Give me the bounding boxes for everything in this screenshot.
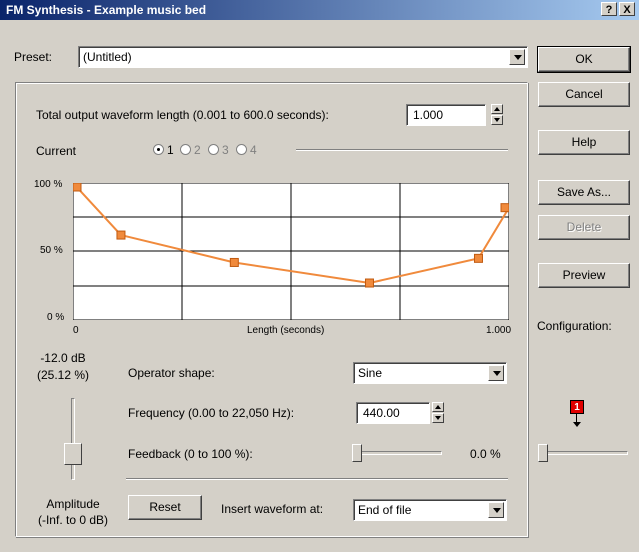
radio-operator-3[interactable] — [208, 144, 219, 155]
delete-button[interactable]: Delete — [538, 215, 630, 240]
x-axis-title: Length (seconds) — [247, 325, 325, 336]
frequency-input[interactable]: 440.00 — [356, 402, 430, 424]
save-as-button[interactable]: Save As... — [538, 180, 630, 205]
envelope-graph[interactable] — [73, 183, 509, 320]
cancel-button[interactable]: Cancel — [538, 82, 630, 107]
total-length-value: 1.000 — [413, 108, 444, 122]
operator-shape-label: Operator shape: — [128, 366, 215, 380]
envelope-point-5[interactable] — [473, 253, 483, 263]
operator-shape-combo[interactable]: Sine — [353, 362, 507, 384]
preset-label: Preset: — [14, 50, 53, 64]
help-title-button[interactable]: ? — [601, 2, 617, 16]
radio-operator-3-label: 3 — [222, 143, 229, 157]
x-label-end: 1.000 — [486, 325, 512, 336]
insert-combo[interactable]: End of file — [353, 499, 507, 521]
envelope-point-3[interactable] — [229, 257, 239, 267]
total-length-label: Total output waveform length (0.001 to 6… — [36, 108, 329, 122]
ok-button[interactable]: OK — [537, 46, 631, 73]
preset-combo[interactable]: (Untitled) — [78, 46, 528, 68]
y-label-50: 50 % — [40, 245, 63, 256]
spin-down-icon[interactable] — [432, 413, 444, 423]
total-length-input[interactable]: 1.000 — [406, 104, 486, 126]
envelope-point-2[interactable] — [116, 230, 126, 240]
feedback-value: 0.0 % — [470, 447, 501, 461]
operator-shape-value: Sine — [358, 366, 383, 380]
insert-label: Insert waveform at: — [221, 502, 324, 516]
envelope-point-6[interactable] — [500, 203, 509, 213]
radio-operator-1[interactable] — [153, 144, 164, 155]
spin-up-icon[interactable] — [491, 104, 503, 114]
y-label-0: 0 % — [47, 312, 65, 323]
arrow-down-icon — [573, 422, 581, 427]
window-title: FM Synthesis - Example music bed — [6, 3, 207, 17]
frequency-spinner[interactable] — [432, 402, 444, 424]
chevron-down-icon[interactable] — [509, 49, 525, 65]
spin-down-icon[interactable] — [491, 115, 503, 125]
y-label-100: 100 % — [34, 179, 63, 190]
radio-operator-4[interactable] — [236, 144, 247, 155]
feedback-label: Feedback (0 to 100 %): — [128, 447, 253, 461]
frequency-label: Frequency (0.00 to 22,050 Hz): — [128, 406, 295, 420]
envelope-point-4[interactable] — [364, 278, 374, 288]
amplitude-slider-thumb[interactable] — [64, 443, 82, 465]
amplitude-pct: (25.12 %) — [36, 368, 90, 382]
chevron-down-icon[interactable] — [488, 502, 504, 518]
amplitude-db: -12.0 dB — [40, 351, 86, 365]
total-length-spinner[interactable] — [491, 104, 503, 126]
configuration-slider-thumb[interactable] — [538, 444, 548, 462]
radio-operator-2-label: 2 — [194, 143, 201, 157]
bottom-separator — [126, 478, 508, 480]
current-label: Current — [36, 144, 77, 158]
amplitude-label: Amplitude — [46, 497, 100, 511]
configuration-label: Configuration: — [537, 319, 612, 333]
x-label-start: 0 — [73, 325, 79, 336]
envelope-point-1[interactable] — [73, 183, 82, 192]
current-separator — [296, 149, 508, 151]
close-title-button[interactable]: X — [619, 2, 635, 16]
radio-operator-1-label: 1 — [167, 143, 174, 157]
preview-button[interactable]: Preview — [538, 263, 630, 288]
frequency-value: 440.00 — [363, 406, 400, 420]
feedback-slider-thumb[interactable] — [352, 444, 362, 462]
insert-value: End of file — [358, 503, 412, 517]
help-button[interactable]: Help — [538, 130, 630, 155]
chevron-down-icon[interactable] — [488, 365, 504, 381]
radio-operator-2[interactable] — [180, 144, 191, 155]
radio-operator-4-label: 4 — [250, 143, 257, 157]
amplitude-range-label: (-Inf. to 0 dB) — [37, 513, 109, 527]
amplitude-track — [71, 398, 75, 480]
reset-button[interactable]: Reset — [128, 495, 202, 520]
feedback-track — [356, 451, 442, 455]
configuration-track — [538, 451, 628, 455]
spin-up-icon[interactable] — [432, 402, 444, 412]
configuration-marker: 1 — [570, 400, 584, 414]
preset-value: (Untitled) — [83, 50, 132, 64]
title-bar: FM Synthesis - Example music bed ? X — [0, 0, 639, 20]
